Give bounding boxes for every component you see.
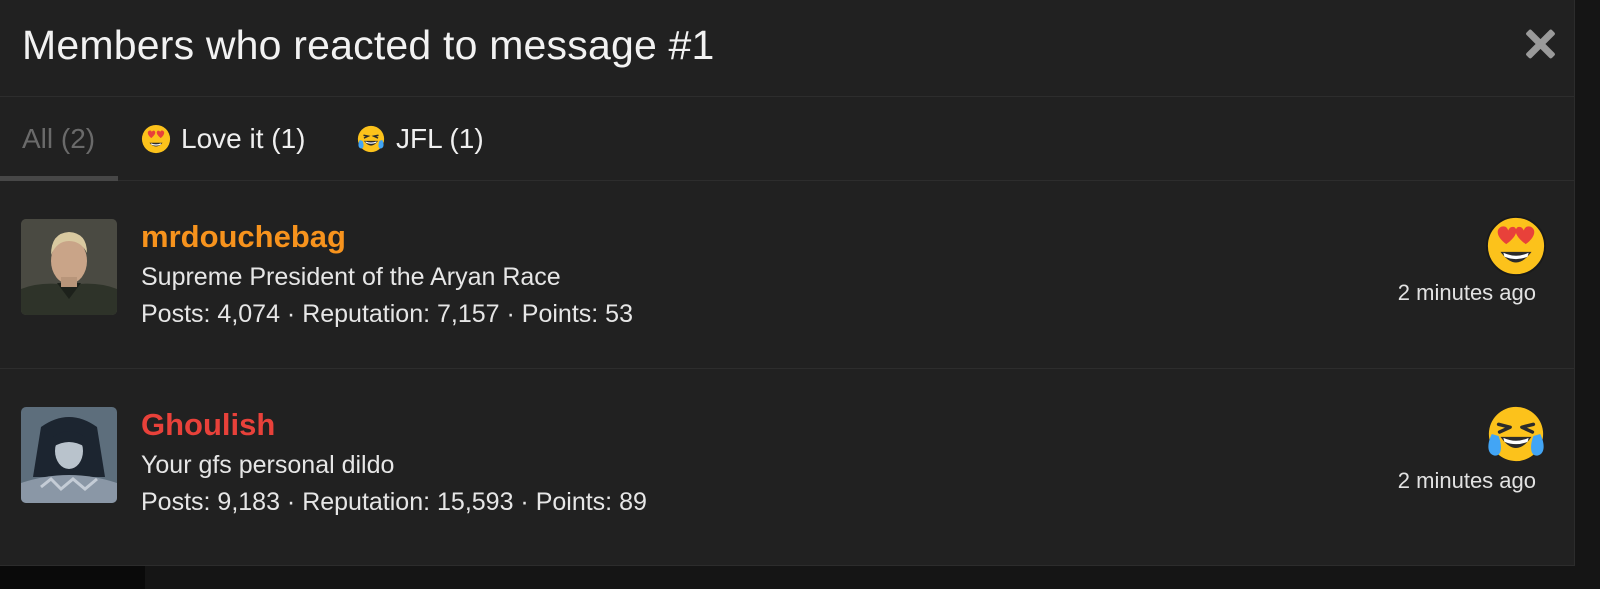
avatar[interactable] — [21, 407, 117, 503]
heart-eyes-emoji-icon — [1485, 215, 1547, 277]
user-stats: Posts: 4,074 · Reputation: 7,157 · Point… — [141, 300, 633, 328]
avatar[interactable] — [21, 219, 117, 315]
user-title: Your gfs personal dildo — [141, 451, 395, 479]
tab-jfl[interactable]: JFL (1) — [356, 97, 484, 180]
heart-eyes-emoji-icon — [141, 124, 171, 153]
tab-jfl-label: JFL (1) — [396, 122, 484, 154]
close-icon[interactable] — [1520, 24, 1560, 64]
member-row: mrdouchebag Supreme President of the Ary… — [0, 181, 1574, 369]
tab-all[interactable]: All (2) — [0, 97, 119, 181]
dialog-title: Members who reacted to message #1 — [22, 22, 715, 68]
member-row: Ghoulish Your gfs personal dildo Posts: … — [0, 369, 1574, 557]
dialog-header: Members who reacted to message #1 — [0, 0, 1574, 97]
reactions-dialog: Members who reacted to message #1 All (2… — [0, 0, 1575, 566]
user-stats: Posts: 9,183 · Reputation: 15,593 · Poin… — [141, 488, 647, 516]
reaction-time: 2 minutes ago — [1397, 468, 1536, 493]
tab-all-label: All (2) — [22, 122, 96, 154]
reaction-time: 2 minutes ago — [1397, 280, 1536, 305]
tears-of-joy-emoji-icon — [1488, 406, 1544, 462]
username-link[interactable]: mrdouchebag — [141, 219, 346, 255]
username-link[interactable]: Ghoulish — [141, 407, 275, 443]
tears-of-joy-emoji-icon — [357, 125, 385, 152]
reaction-tabs: All (2) Love it (1) JFL (1) — [0, 97, 1574, 181]
tab-love-it-label: Love it (1) — [181, 122, 306, 154]
user-title: Supreme President of the Aryan Race — [141, 263, 561, 291]
tab-love-it[interactable]: Love it (1) — [141, 97, 306, 180]
